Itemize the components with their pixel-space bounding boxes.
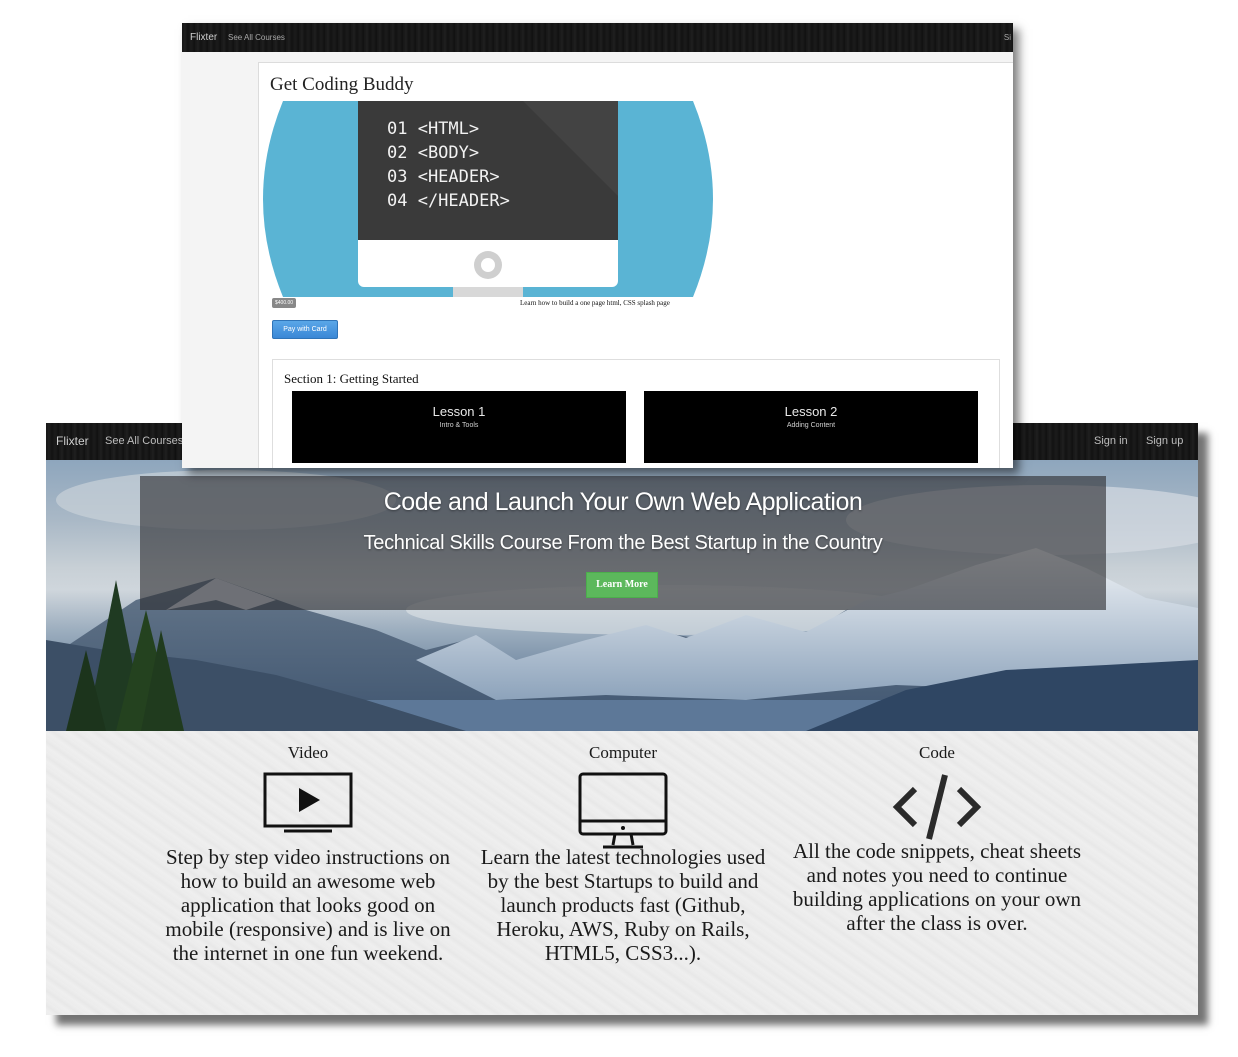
code-line-4: 04 </HEADER> — [387, 191, 510, 211]
feature-computer: Computer Learn the latest technologies u… — [473, 743, 773, 965]
course-section: Section 1: Getting Started Lesson 1 Intr… — [272, 359, 1000, 468]
nav-brand[interactable]: Flixter — [56, 434, 89, 448]
lesson-name: Lesson 1 — [432, 404, 486, 419]
course-title: Get Coding Buddy — [270, 74, 414, 95]
course-description: Learn how to build a one page html, CSS … — [520, 299, 670, 307]
code-line-3: 03 <HEADER> — [387, 167, 500, 187]
course-page-screenshot: Flixter See All Courses Si Get Coding Bu… — [182, 23, 1013, 468]
hero-subtitle: Technical Skills Course From the Best St… — [363, 532, 883, 554]
lesson-card-1[interactable]: Lesson 1 Intro & Tools — [292, 391, 626, 463]
lesson-subtitle: Intro & Tools — [439, 422, 479, 429]
section-title: Section 1: Getting Started — [284, 371, 419, 386]
code-line-1: 01 <HTML> — [387, 119, 479, 139]
course-navbar: Flixter See All Courses Si — [182, 23, 1013, 52]
feature-code: Code All the code snippets, cheat sheets… — [787, 743, 1087, 935]
feature-description: All the code snippets, cheat sheets and … — [792, 839, 1082, 935]
hero-title: Code and Launch Your Own Web Application — [383, 488, 863, 516]
pay-with-card-button[interactable]: Pay with Card — [272, 320, 338, 339]
hero-overlay-panel: Code and Launch Your Own Web Application… — [140, 476, 1106, 610]
features-section: Video Step by step video instructions on… — [46, 731, 1198, 1015]
lesson-name: Lesson 2 — [784, 404, 838, 419]
landing-page-screenshot: Flixter See All Courses Sign in Sign up — [46, 423, 1198, 1015]
nav-sign-in[interactable]: Sign in — [1094, 435, 1128, 447]
nav-see-all-courses[interactable]: See All Courses — [105, 435, 183, 447]
nav-sign-in-partial[interactable]: Si — [1004, 33, 1011, 42]
nav-brand[interactable]: Flixter — [190, 32, 217, 43]
feature-title: Computer — [589, 743, 657, 762]
feature-title: Code — [919, 743, 955, 762]
lesson-card-2[interactable]: Lesson 2 Adding Content — [644, 391, 978, 463]
nav-see-all-courses[interactable]: See All Courses — [228, 33, 285, 42]
video-play-icon — [263, 772, 353, 833]
monitor-icon — [578, 772, 668, 849]
feature-video: Video Step by step video instructions on… — [158, 743, 458, 965]
feature-description: Learn the latest technologies used by th… — [480, 845, 766, 965]
learn-more-button[interactable]: Learn More — [586, 572, 658, 598]
course-cover-image: 01 <HTML> 02 <BODY> 03 <HEADER> 04 </HEA… — [263, 101, 713, 297]
feature-title: Video — [287, 743, 329, 762]
code-brackets-icon — [892, 774, 982, 840]
code-line-2: 02 <BODY> — [387, 143, 479, 163]
price-badge: $400.00 — [272, 298, 297, 308]
nav-sign-up[interactable]: Sign up — [1146, 435, 1183, 447]
hero-banner: Code and Launch Your Own Web Application… — [46, 460, 1198, 731]
lesson-subtitle: Adding Content — [786, 422, 836, 429]
course-detail-panel: Get Coding Buddy 01 <HTML> 02 <BODY> 03 … — [258, 62, 1013, 468]
feature-description: Step by step video instructions on how t… — [165, 845, 451, 965]
